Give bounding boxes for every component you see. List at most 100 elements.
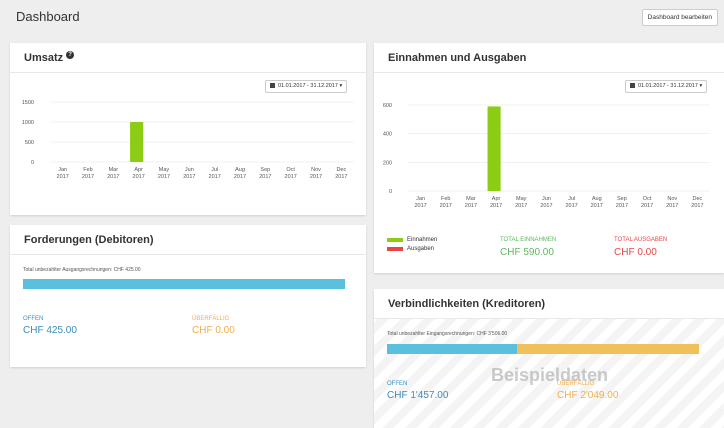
forderungen-card: Forderungen (Debitoren) Total unbezahlte…: [10, 225, 366, 367]
einnahmen-xtick-label: May: [516, 196, 527, 202]
einnahmen-xtick-label: Nov: [667, 196, 677, 202]
einnahmen-ytick-label: 400: [383, 132, 392, 138]
verbindlichkeiten-subtitle: Total unbezahlter Eingangsrechnungen: CH…: [387, 331, 508, 337]
einnahmen-xtick-label: 2017: [490, 203, 502, 209]
einnahmen-xtick-label: Oct: [643, 196, 652, 202]
umsatz-ytick-label: 1500: [22, 100, 34, 106]
einnahmen-xtick-label: 2017: [616, 203, 628, 209]
einnahmen-xtick-label: Apr: [492, 196, 501, 202]
einnahmen-xtick-label: Jul: [568, 196, 575, 202]
umsatz-card: Umsatz ? 01.01.2017 - 31.12.2017 ▾ 0 500 1…: [10, 43, 366, 215]
umsatz-xtick-label: 2017: [133, 174, 145, 180]
einnahmen-xtick-label: Jan: [416, 196, 425, 202]
einnahmen-xtick-label: 2017: [515, 203, 527, 209]
einnahmen-xtick-label: 2017: [666, 203, 678, 209]
einnahmen-xtick-label: Feb: [441, 196, 450, 202]
umsatz-xtick-label: Nov: [311, 167, 321, 173]
einnahmen-ytick-label: 200: [383, 160, 392, 166]
legend-label-einnahmen: Einnahmen: [407, 237, 438, 243]
umsatz-xtick-label: 2017: [209, 174, 221, 180]
einnahmen-card: Einnahmen und Ausgaben 01.01.2017 - 31.1…: [374, 43, 724, 273]
forderungen-overdue-label: ÜBERFÄLLIG: [192, 316, 230, 322]
umsatz-xtick-label: Jul: [211, 167, 218, 173]
legend-label-ausgaben: Ausgaben: [407, 246, 435, 252]
umsatz-xtick-label: Aug: [235, 167, 245, 173]
forderungen-progress-bar: [23, 279, 345, 289]
forderungen-overdue-value: CHF 0.00: [192, 325, 235, 336]
page-title: Dashboard: [16, 9, 80, 24]
einnahmen-chart: 0200400600Jan2017Feb2017Mar2017Apr2017Ma…: [383, 103, 710, 209]
umsatz-title: Umsatz: [24, 51, 64, 64]
einnahmen-xtick-label: 2017: [540, 203, 552, 209]
einnahmen-xtick-label: 2017: [565, 203, 577, 209]
einnahmen-xtick-label: Jun: [542, 196, 551, 202]
legend-item-ausgaben[interactable]: Ausgaben: [387, 246, 434, 252]
calendar-icon: [270, 82, 275, 88]
einnahmen-bar: [487, 106, 501, 191]
einnahmen-xtick-label: Dec: [693, 196, 703, 202]
einnahmen-title: Einnahmen und Ausgaben: [388, 51, 527, 64]
umsatz-xtick-label: 2017: [310, 174, 322, 180]
einnahmen-xtick-label: 2017: [465, 203, 477, 209]
calendar-icon: [630, 82, 635, 88]
einnahmen-xtick-label: Mar: [466, 196, 476, 202]
einnahmen-daterange-button[interactable]: 01.01.2017 - 31.12.2017 ▾: [625, 80, 708, 93]
einnahmen-xtick-label: 2017: [691, 203, 703, 209]
umsatz-chart: 050010001500Jan2017Feb2017Mar2017Apr2017…: [22, 100, 354, 180]
umsatz-xtick-label: Apr: [134, 167, 143, 173]
forderungen-open-label: OFFEN: [23, 316, 44, 322]
legend-item-einnahmen[interactable]: Einnahmen: [387, 237, 437, 243]
umsatz-xtick-label: Oct: [286, 167, 295, 173]
einnahmen-xtick-label: Aug: [592, 196, 602, 202]
umsatz-xtick-label: Feb: [83, 167, 92, 173]
einnahmen-xtick-label: 2017: [414, 203, 426, 209]
sample-data-watermark: Beispieldaten: [491, 365, 609, 385]
verbindlichkeiten-open-label: OFFEN: [387, 381, 408, 387]
umsatz-xtick-label: Mar: [109, 167, 119, 173]
umsatz-daterange-button[interactable]: 01.01.2017 - 31.12.2017 ▾: [265, 80, 348, 93]
einnahmen-header: Einnahmen und Ausgaben: [374, 43, 724, 73]
help-icon[interactable]: ?: [66, 50, 75, 59]
umsatz-ytick-label: 1000: [22, 120, 34, 126]
verbindlichkeiten-progress-open: [387, 344, 517, 354]
umsatz-xtick-label: May: [159, 167, 170, 173]
verbindlichkeiten-open-value: CHF 1'457.00: [387, 390, 449, 401]
umsatz-ytick-label: 0: [31, 160, 34, 166]
verbindlichkeiten-card: Verbindlichkeiten (Kreditoren) Total unb…: [374, 289, 724, 428]
umsatz-xtick-label: Jan: [58, 167, 67, 173]
einnahmen-xtick-label: 2017: [440, 203, 452, 209]
forderungen-header: Forderungen (Debitoren): [10, 225, 366, 255]
edit-dashboard-button[interactable]: Dashboard bearbeiten: [641, 9, 718, 26]
verbindlichkeiten-progress-overdue: [516, 344, 699, 354]
total-ausgaben-value: CHF 0.00: [614, 247, 657, 258]
umsatz-xtick-label: Jun: [185, 167, 194, 173]
umsatz-xtick-label: 2017: [107, 174, 119, 180]
verbindlichkeiten-title: Verbindlichkeiten (Kreditoren): [388, 297, 546, 310]
umsatz-bar: [130, 122, 144, 162]
verbindlichkeiten-overdue-value: CHF 2'049.00: [557, 390, 619, 401]
umsatz-xtick-label: 2017: [259, 174, 271, 180]
umsatz-header: Umsatz ?: [10, 43, 366, 73]
umsatz-ytick-label: 500: [25, 140, 34, 146]
umsatz-xtick-label: 2017: [234, 174, 246, 180]
umsatz-xtick-label: 2017: [158, 174, 170, 180]
total-einnahmen-label: TOTAL EINNAHMEN: [500, 237, 557, 243]
umsatz-xtick-label: Sep: [260, 167, 270, 173]
einnahmen-xtick-label: Sep: [617, 196, 627, 202]
umsatz-xtick-label: 2017: [57, 174, 69, 180]
einnahmen-xtick-label: 2017: [591, 203, 603, 209]
total-ausgaben-label: TOTAL AUSGABEN: [614, 237, 668, 243]
einnahmen-daterange-label: 01.01.2017 - 31.12.2017: [638, 83, 698, 89]
forderungen-subtitle: Total unbezahlter Ausgangsrechnungen: CH…: [23, 267, 141, 273]
verbindlichkeiten-header: Verbindlichkeiten (Kreditoren): [374, 289, 724, 319]
umsatz-xtick-label: 2017: [285, 174, 297, 180]
einnahmen-xtick-label: 2017: [641, 203, 653, 209]
forderungen-title: Forderungen (Debitoren): [24, 233, 154, 246]
legend-swatch-ausgaben: [387, 247, 403, 251]
legend-swatch-einnahmen: [387, 238, 403, 242]
umsatz-xtick-label: Dec: [336, 167, 346, 173]
einnahmen-ytick-label: 600: [383, 103, 392, 109]
umsatz-xtick-label: 2017: [183, 174, 195, 180]
total-einnahmen-value: CHF 590.00: [500, 247, 554, 258]
einnahmen-ytick-label: 0: [389, 189, 392, 195]
